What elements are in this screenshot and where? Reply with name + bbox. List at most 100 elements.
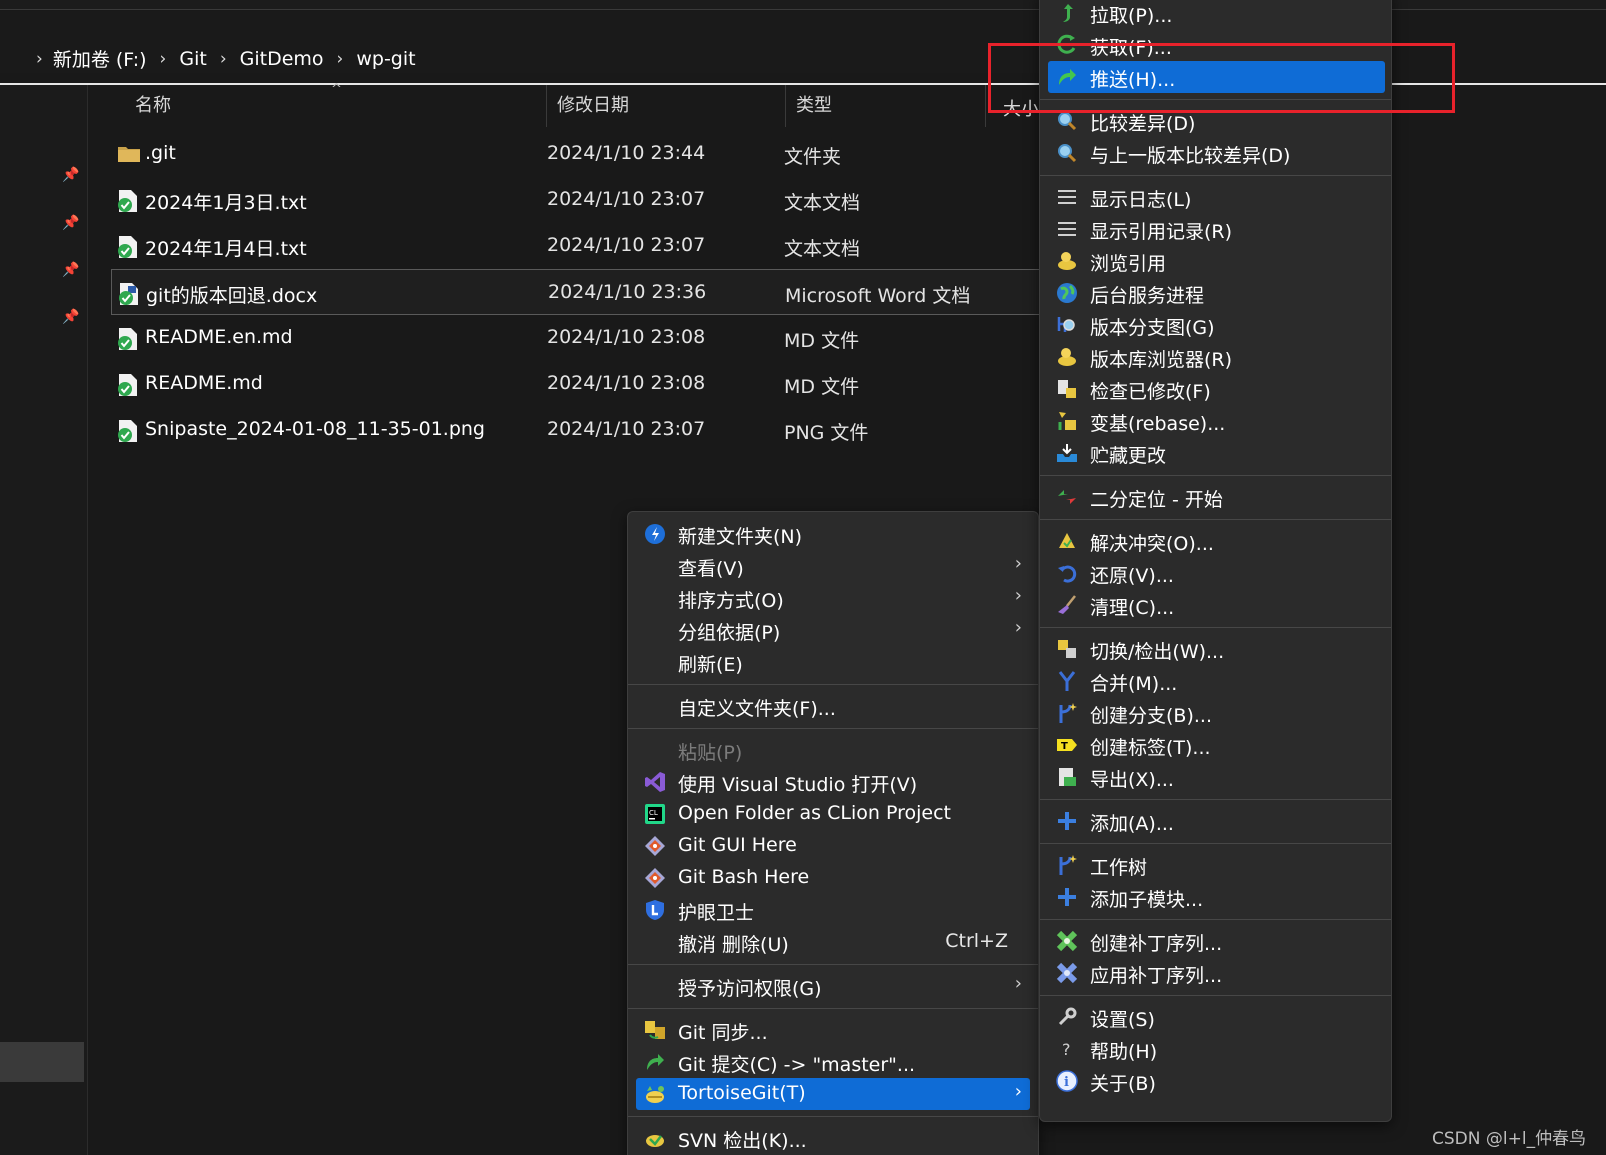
repo-browser-icon — [1056, 346, 1078, 368]
menu-item-rebase[interactable]: 变基(rebase)... — [1048, 405, 1385, 437]
menu-item-clion[interactable]: CL Open Folder as CLion Project — [636, 798, 1030, 830]
menu-separator — [1040, 799, 1391, 800]
diff-previous-icon — [1056, 142, 1078, 164]
menu-item-settings[interactable]: 设置(S) — [1048, 1001, 1385, 1033]
branch-icon — [1056, 702, 1078, 724]
menu-item-add[interactable]: 添加(A)... — [1048, 805, 1385, 837]
menu-item-view[interactable]: 查看(V) › — [636, 550, 1030, 582]
daemon-globe-icon — [1056, 282, 1078, 304]
menu-item-cleanup[interactable]: 清理(C)... — [1048, 589, 1385, 621]
menu-item-diff-previous[interactable]: 与上一版本比较差异(D) — [1048, 137, 1385, 169]
create-patch-icon — [1056, 930, 1078, 952]
menu-item-stash[interactable]: 贮藏更改 — [1048, 437, 1385, 469]
diff-icon — [1056, 110, 1078, 132]
menu-item-help[interactable]: ? 帮助(H) — [1048, 1033, 1385, 1065]
menu-item-git-commit[interactable]: Git 提交(C) -> "master"... — [636, 1046, 1030, 1078]
menu-item-browse-refs[interactable]: 浏览引用 — [1048, 245, 1385, 277]
menu-item-switch-checkout[interactable]: 切换/检出(W)... — [1048, 633, 1385, 665]
menu-item-svn-checkout[interactable]: SVN 检出(K)... — [636, 1122, 1030, 1154]
menu-item-sort-by[interactable]: 排序方式(O) › — [636, 582, 1030, 614]
file-row[interactable]: README.en.md 2024/1/10 23:08 MD 文件 — [111, 315, 1041, 361]
menu-item-create-patch[interactable]: 创建补丁序列... — [1048, 925, 1385, 957]
pin-icon: 📌 — [62, 262, 80, 278]
about-info-icon: i — [1056, 1070, 1078, 1092]
menu-item-merge[interactable]: 合并(M)... — [1048, 665, 1385, 697]
breadcrumb-item-drive[interactable]: 新加卷 (F:) — [53, 45, 147, 72]
menu-item-revert[interactable]: 还原(V)... — [1048, 557, 1385, 589]
menu-separator — [1040, 519, 1391, 520]
cleanup-broom-icon — [1056, 594, 1078, 616]
file-row[interactable]: 2024年1月3日.txt 2024/1/10 23:07 文本文档 — [111, 177, 1041, 223]
menu-item-open-visual-studio[interactable]: 使用 Visual Studio 打开(V) — [636, 766, 1030, 798]
menu-item-undo-delete[interactable]: 撤消 删除(U) Ctrl+Z — [636, 926, 1030, 958]
log-icon — [1056, 186, 1078, 208]
stash-icon — [1056, 442, 1078, 464]
bisect-icon — [1056, 486, 1078, 508]
export-icon — [1056, 766, 1078, 788]
menu-item-check-modifications[interactable]: 检查已修改(F) — [1048, 373, 1385, 405]
menu-item-daemon[interactable]: 后台服务进程 — [1048, 277, 1385, 309]
help-icon: ? — [1056, 1038, 1078, 1060]
reflog-icon — [1056, 218, 1078, 240]
revision-graph-icon — [1056, 314, 1078, 336]
sort-ascending-icon: ^ — [331, 82, 342, 97]
menu-separator — [1040, 627, 1391, 628]
menu-item-about[interactable]: i 关于(B) — [1048, 1065, 1385, 1097]
menu-item-repo-browser[interactable]: 版本库浏览器(R) — [1048, 341, 1385, 373]
navigation-selected-item[interactable] — [0, 1042, 84, 1082]
breadcrumb-chevron-icon[interactable]: › — [36, 49, 43, 69]
breadcrumb-chevron-icon[interactable]: › — [220, 49, 227, 69]
file-row[interactable]: 2024年1月4日.txt 2024/1/10 23:07 文本文档 — [111, 223, 1041, 269]
menu-item-resolve[interactable]: 解决冲突(O)... — [1048, 525, 1385, 557]
file-row[interactable]: README.md 2024/1/10 23:08 MD 文件 — [111, 361, 1041, 407]
file-row[interactable]: .git 2024/1/10 23:44 文件夹 — [111, 131, 1041, 177]
breadcrumb-item-git[interactable]: Git — [179, 48, 206, 70]
menu-item-eye-guard[interactable]: 护眼卫士 — [636, 894, 1030, 926]
menu-item-create-tag[interactable]: T 创建标签(T)... — [1048, 729, 1385, 761]
file-row[interactable]: git的版本回退.docx 2024/1/10 23:36 Microsoft … — [111, 269, 1041, 315]
menu-item-apply-patch[interactable]: 应用补丁序列... — [1048, 957, 1385, 989]
svg-text:?: ? — [1062, 1040, 1071, 1059]
menu-item-customize-folder[interactable]: 自定义文件夹(F)... — [636, 690, 1030, 722]
menu-item-grant-access[interactable]: 授予访问权限(G) › — [636, 970, 1030, 1002]
menu-item-add-submodule[interactable]: 添加子模块... — [1048, 881, 1385, 913]
annotation-highlight-box — [988, 43, 1455, 113]
git-synced-file-icon — [117, 373, 139, 397]
navigation-pane[interactable]: 📌 📌 📌 📌 — [0, 85, 88, 1155]
menu-separator — [628, 1008, 1038, 1009]
breadcrumb-chevron-icon[interactable]: › — [160, 49, 167, 69]
menu-item-bisect-start[interactable]: 二分定位 - 开始 — [1048, 481, 1385, 513]
menu-item-show-log[interactable]: 显示日志(L) — [1048, 181, 1385, 213]
menu-item-export[interactable]: 导出(X)... — [1048, 761, 1385, 793]
tortoisegit-icon — [644, 1083, 666, 1105]
watermark: CSDN @l+l_仲春鸟 — [1432, 1129, 1587, 1149]
menu-item-refresh[interactable]: 刷新(E) — [636, 646, 1030, 678]
menu-item-git-gui[interactable]: Git GUI Here — [636, 830, 1030, 862]
menu-item-revision-graph[interactable]: 版本分支图(G) — [1048, 309, 1385, 341]
git-sync-icon — [644, 1019, 666, 1041]
switch-icon — [1056, 638, 1078, 660]
git-gui-icon — [644, 835, 666, 857]
menu-item-show-reflog[interactable]: 显示引用记录(R) — [1048, 213, 1385, 245]
column-header-date[interactable]: 修改日期 — [547, 85, 786, 127]
menu-item-worktree[interactable]: 工作树 — [1048, 849, 1385, 881]
menu-item-group-by[interactable]: 分组依据(P) › — [636, 614, 1030, 646]
pull-icon — [1056, 2, 1078, 24]
column-header-type[interactable]: 类型 — [786, 85, 986, 127]
menu-item-create-branch[interactable]: 创建分支(B)... — [1048, 697, 1385, 729]
menu-item-new-folder[interactable]: 新建文件夹(N) — [636, 518, 1030, 550]
address-bar[interactable]: › 新加卷 (F:) › Git › GitDemo › wp-git — [0, 11, 1040, 73]
menu-item-git-bash[interactable]: Git Bash Here — [636, 862, 1030, 894]
menu-item-pull[interactable]: 拉取(P)... — [1048, 0, 1385, 29]
file-row[interactable]: Snipaste_2024-01-08_11-35-01.png 2024/1/… — [111, 407, 1041, 453]
add-submodule-icon — [1056, 886, 1078, 908]
menu-separator — [628, 684, 1038, 685]
menu-separator — [628, 728, 1038, 729]
breadcrumb-chevron-icon[interactable]: › — [337, 49, 344, 69]
git-synced-file-icon — [117, 235, 139, 259]
breadcrumb-item-gitdemo[interactable]: GitDemo — [240, 48, 324, 70]
breadcrumb-item-wp-git[interactable]: wp-git — [356, 48, 415, 70]
menu-item-tortoisegit[interactable]: TortoiseGit(T) › — [636, 1078, 1030, 1110]
resolve-icon — [1056, 530, 1078, 552]
menu-item-git-sync[interactable]: Git 同步... — [636, 1014, 1030, 1046]
